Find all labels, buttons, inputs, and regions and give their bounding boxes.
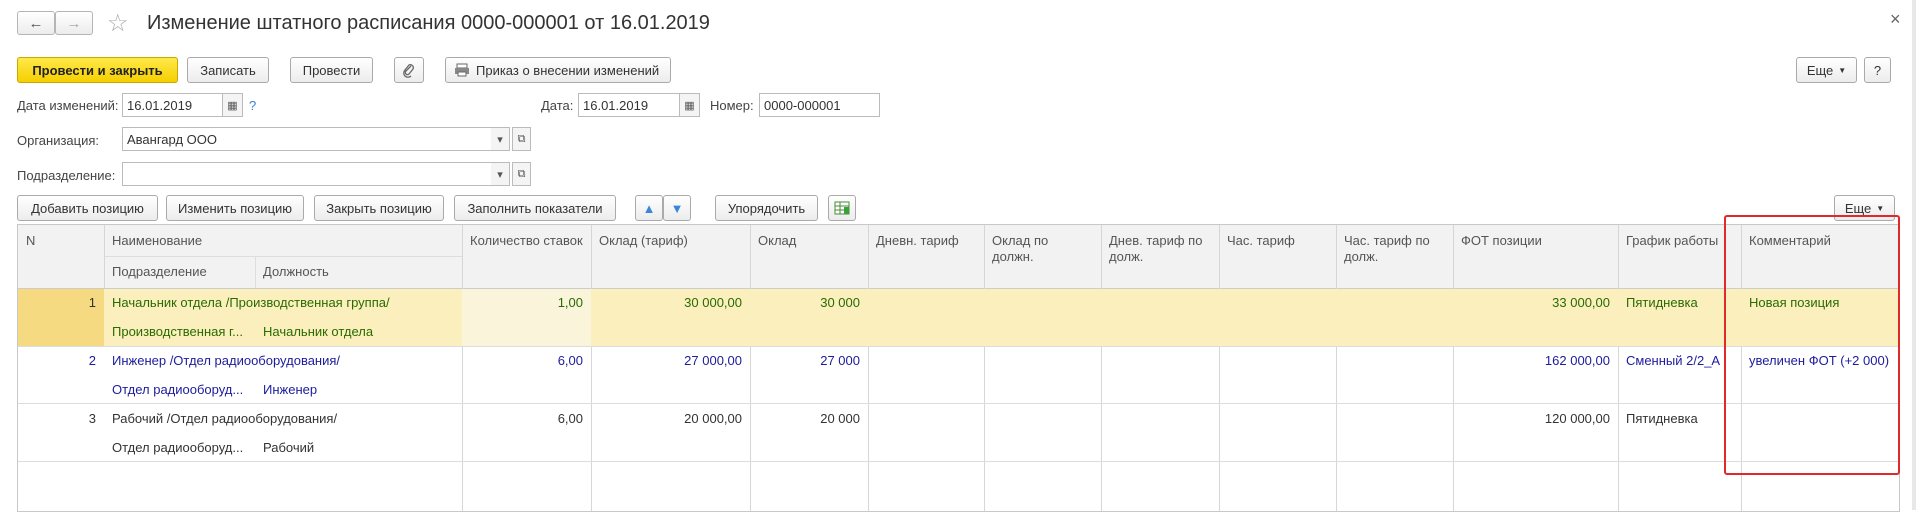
schedule-cell: Пятидневка [1626,295,1698,310]
column-department[interactable]: Подразделение [104,258,254,286]
column-position[interactable]: Должность [255,258,462,286]
sort-button[interactable]: Упорядочить [715,195,818,221]
column-salary-by-position[interactable]: Оклад по должн. [984,227,1101,271]
rate-count-cell: 6,00 [557,353,583,368]
print-order-label: Приказ о внесении изменений [476,62,660,78]
open-icon[interactable]: ⧉ [512,162,531,186]
back-button[interactable]: ← [17,11,55,35]
staff-positions-table[interactable]: N Наименование Подразделение Должность К… [17,224,1900,512]
save-button[interactable]: Записать [187,57,269,83]
column-day-tariff-by-position[interactable]: Днев. тариф по долж. [1101,227,1219,271]
position-cell: Рабочий [263,440,315,455]
position-cell: Начальник отдела [263,324,374,339]
chevron-down-icon[interactable]: ▾ [491,127,510,151]
move-up-button[interactable]: ▲ [635,195,663,221]
change-date-label: Дата изменений: [17,98,119,113]
arrow-up-icon: ▲ [642,200,656,216]
column-n[interactable]: N [18,227,104,255]
comment-column-highlight [1724,215,1900,475]
arrow-down-icon: ▼ [670,200,684,216]
row-number: 3 [88,411,96,426]
post-button[interactable]: Провести [290,57,373,83]
date-label: Дата: [541,98,574,113]
fot-cell: 162 000,00 [1544,353,1610,368]
paperclip-icon [403,64,414,78]
department-label: Подразделение: [17,168,116,183]
organization-label: Организация: [17,133,100,148]
forward-button[interactable]: → [55,11,93,35]
help-link[interactable]: ? [249,98,256,113]
column-hour-tariff-by-position[interactable]: Час. тариф по долж. [1336,227,1453,271]
position-name: Инженер /Отдел радиооборудования/ [112,353,341,368]
salary-tariff-cell: 30 000,00 [684,295,742,310]
rate-count-cell: 1,00 [557,295,583,310]
close-position-button[interactable]: Закрыть позицию [314,195,444,221]
post-and-close-button[interactable]: Провести и закрыть [17,57,178,83]
help-button[interactable]: ? [1864,57,1891,83]
arrow-right-icon: → [66,14,82,32]
department-cell: Отдел радиооборуд... [112,382,244,397]
edit-position-button[interactable]: Изменить позицию [166,195,304,221]
date-field[interactable]: 16.01.2019 [578,93,680,117]
column-schedule[interactable]: График работы [1618,227,1741,255]
favorite-star-icon[interactable]: ☆ [107,9,129,38]
chevron-down-icon[interactable]: ▾ [491,162,510,186]
number-label: Номер: [710,98,754,113]
row-number: 1 [88,295,96,310]
chevron-down-icon: ▼ [1838,65,1847,75]
salary-cell: 27 000 [820,353,860,368]
number-field[interactable]: 0000-000001 [759,93,880,117]
fot-cell: 33 000,00 [1552,295,1610,310]
salary-cell: 20 000 [820,411,860,426]
position-name: Рабочий /Отдел радиооборудования/ [112,411,338,426]
calendar-icon[interactable]: ▦ [679,93,700,117]
move-down-button[interactable]: ▼ [663,195,691,221]
table-more-label: Еще [1844,200,1872,216]
fot-cell: 120 000,00 [1544,411,1610,426]
salary-cell: 30 000 [820,295,860,310]
arrow-left-icon: ← [28,14,44,32]
row-number: 2 [88,353,96,368]
column-day-tariff[interactable]: Дневн. тариф [868,227,984,255]
schedule-cell: Сменный 2/2_А [1626,353,1721,368]
department-field[interactable] [122,162,492,186]
change-date-field[interactable]: 16.01.2019 [122,93,223,117]
calendar-icon[interactable]: ▦ [222,93,243,117]
more-button[interactable]: Еще ▼ [1796,57,1857,83]
position-name: Начальник отдела /Производственная групп… [112,295,390,310]
add-position-button[interactable]: Добавить позицию [17,195,158,221]
column-salary-tariff[interactable]: Оклад (тариф) [591,227,750,255]
close-icon[interactable]: × [1890,9,1901,30]
more-label: Еще [1806,62,1834,78]
department-cell: Отдел радиооборуд... [112,440,244,455]
print-order-button[interactable]: Приказ о внесении изменений [445,57,671,83]
page-title: Изменение штатного расписания 0000-00000… [147,12,710,34]
schedule-cell: Пятидневка [1626,411,1698,426]
position-cell: Инженер [263,382,318,397]
column-rate-count[interactable]: Количество ставок [462,227,591,255]
attach-button[interactable] [394,57,424,83]
organization-field[interactable]: Авангард ООО [122,127,492,151]
column-name[interactable]: Наименование [104,227,462,255]
window-border [1912,0,1916,510]
table-grid-icon [834,201,850,215]
salary-tariff-cell: 20 000,00 [684,411,742,426]
printer-icon [455,63,469,77]
column-fot[interactable]: ФОТ позиции [1453,227,1618,255]
department-cell: Производственная г... [112,324,243,339]
table-settings-button[interactable] [828,195,856,221]
open-icon[interactable]: ⧉ [512,127,531,151]
header-divider [104,256,462,257]
column-hour-tariff[interactable]: Час. тариф [1219,227,1336,255]
fill-indicators-button[interactable]: Заполнить показатели [454,195,616,221]
column-salary[interactable]: Оклад [750,227,868,255]
rate-count-cell: 6,00 [557,411,583,426]
chevron-down-icon: ▼ [1876,203,1885,213]
salary-tariff-cell: 27 000,00 [684,353,742,368]
